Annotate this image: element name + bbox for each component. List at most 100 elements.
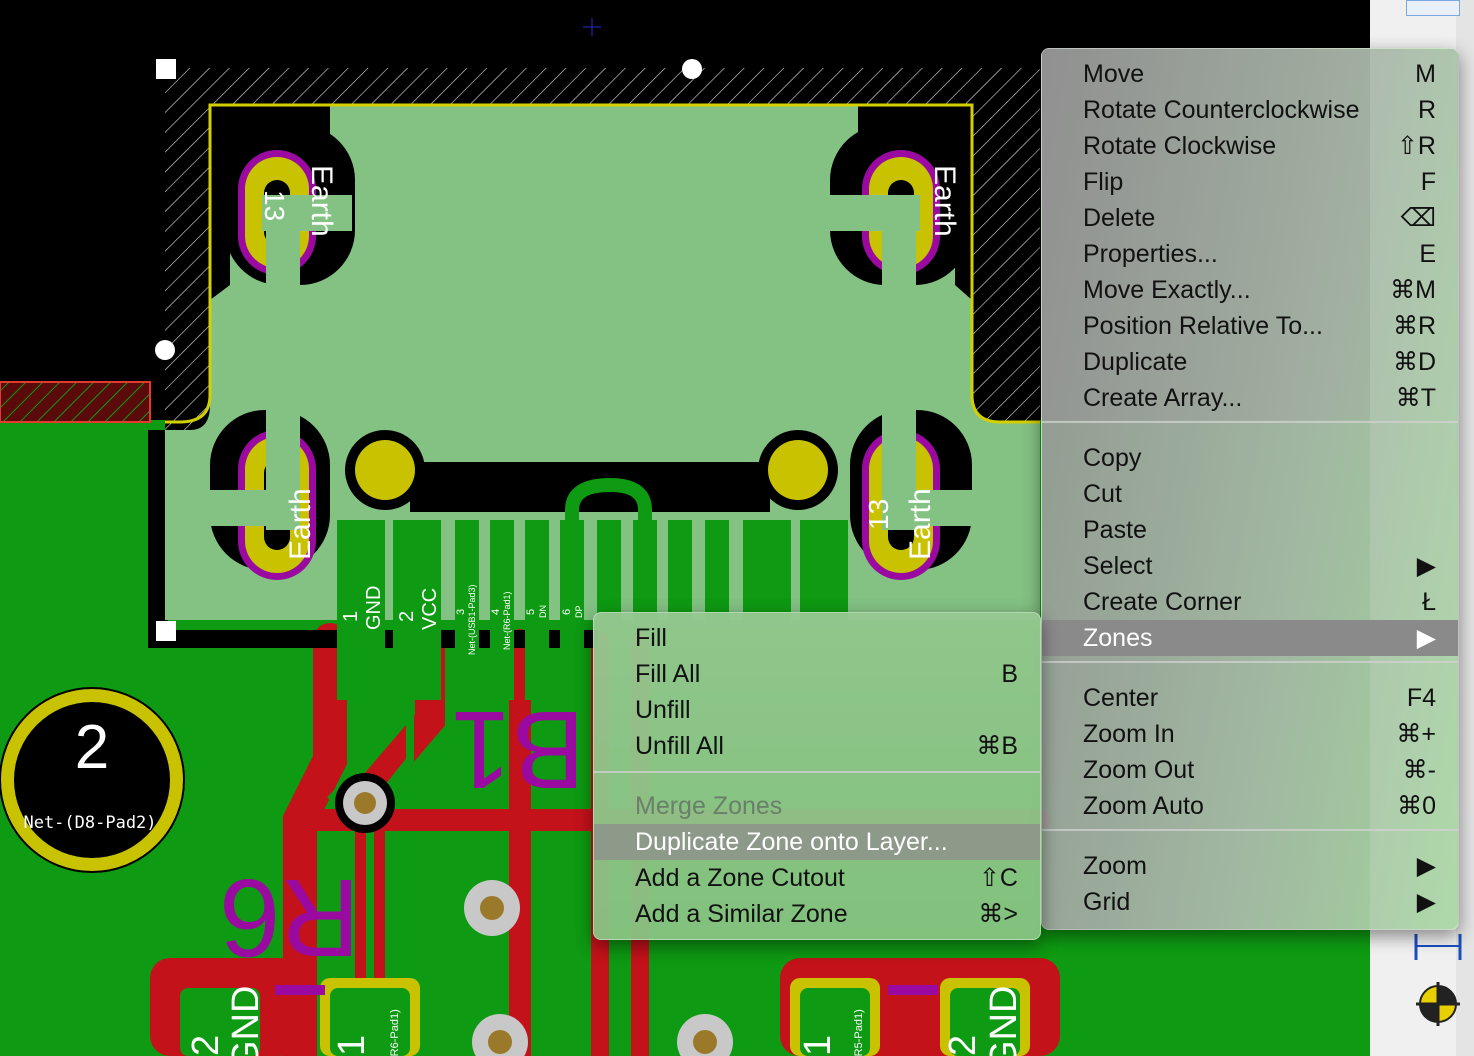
menu-item-shortcut: E: [1419, 240, 1436, 268]
menu-item-shortcut: ⌘+: [1396, 720, 1436, 748]
menu-item-cut[interactable]: Cut: [1042, 476, 1458, 512]
menu-item-move[interactable]: Move M: [1042, 56, 1458, 92]
pad-net-dp: DP: [574, 605, 584, 618]
menu-item-move-exactly[interactable]: Move Exactly... ⌘M: [1042, 272, 1458, 308]
pad-label-1: 1: [340, 611, 362, 622]
menu-item-label: Position Relative To...: [1083, 312, 1323, 340]
menu-item-zoom-in[interactable]: Zoom In ⌘+: [1042, 716, 1458, 752]
bottom-pad-1-right: 1: [797, 1035, 839, 1056]
pad-13-tl: 13: [259, 190, 290, 221]
menu-item-label: Zones: [1083, 624, 1153, 652]
menu-item-shortcut: ⌘D: [1392, 348, 1436, 376]
menu-item-zoom-out[interactable]: Zoom Out ⌘-: [1042, 752, 1458, 788]
menu-item-select[interactable]: Select ▶: [1042, 548, 1458, 584]
submenu-item-label: Unfill: [635, 696, 691, 724]
menu-item-label: Copy: [1083, 444, 1142, 472]
menu-item-zones[interactable]: Zones ▶: [1042, 620, 1458, 656]
menu-item-shortcut: ⌫: [1400, 204, 1436, 232]
menu-item-label: Create Corner: [1083, 588, 1242, 616]
menu-item-paste[interactable]: Paste: [1042, 512, 1458, 548]
menu-item-shortcut: R: [1417, 96, 1436, 124]
menu-item-label: Create Array...: [1083, 384, 1243, 412]
pad-13-br: 13: [863, 499, 894, 530]
menu-item-label: Cut: [1083, 480, 1122, 508]
submenu-item-duplicate-zone-onto-layer[interactable]: Duplicate Zone onto Layer...: [594, 824, 1040, 860]
pad-net-dn: DN: [538, 605, 548, 618]
zones-submenu: Fill Fill All B Unfill Unfill All ⌘B Merge Zon…: [593, 612, 1041, 940]
submenu-item-label: Fill All: [635, 660, 701, 688]
bottom-pad-2-right: 2: [942, 1035, 984, 1056]
menu-item-zoom-auto[interactable]: Zoom Auto ⌘0: [1042, 788, 1458, 824]
menu-item-label: Zoom Out: [1083, 756, 1195, 784]
dimension-icon[interactable]: [1414, 930, 1462, 964]
ref-r6: R6: [219, 856, 360, 979]
submenu-item-fill-all[interactable]: Fill All B: [594, 656, 1040, 692]
submenu-item-label: Add a Zone Cutout: [635, 864, 845, 892]
menu-item-shortcut: M: [1415, 60, 1436, 88]
menu-item-center[interactable]: Center F4: [1042, 680, 1458, 716]
submenu-item-label: Add a Similar Zone: [635, 900, 848, 928]
menu-item-flip[interactable]: Flip F: [1042, 164, 1458, 200]
bottom-net-r5: (R5-Pad1): [853, 1009, 865, 1056]
ref-b1: B1: [450, 688, 585, 811]
menu-separator: [594, 771, 1040, 773]
menu-item-label: Select: [1083, 552, 1153, 580]
submenu-item-add-a-zone-cutout[interactable]: Add a Zone Cutout ⇧C: [594, 860, 1040, 896]
menu-separator: [1042, 829, 1458, 831]
menu-item-delete[interactable]: Delete ⌫: [1042, 200, 1458, 236]
bottom-pad-1-left: 1: [331, 1035, 373, 1056]
submenu-item-label: Merge Zones: [635, 792, 783, 820]
menu-item-copy[interactable]: Copy: [1042, 440, 1458, 476]
menu-item-label: Properties...: [1083, 240, 1218, 268]
bottom-net-r6: (R6-Pad1): [389, 1009, 401, 1056]
menu-item-rotate-counterclockwise[interactable]: Rotate Counterclockwise R: [1042, 92, 1458, 128]
menu-item-shortcut: F: [1420, 168, 1436, 196]
bottom-net-gnd-left: GND: [225, 986, 267, 1056]
menu-item-label: Zoom Auto: [1083, 792, 1204, 820]
menu-item-shortcut: ⇧R: [1396, 132, 1436, 160]
menu-item-label: Paste: [1083, 516, 1147, 544]
bottom-pad-2-left: 2: [185, 1035, 227, 1056]
target-icon[interactable]: [1414, 980, 1462, 1028]
pad-label-6: 6: [561, 609, 573, 615]
menu-item-label: Zoom: [1083, 852, 1147, 880]
menu-item-position-relative-to[interactable]: Position Relative To... ⌘R: [1042, 308, 1458, 344]
menu-item-duplicate[interactable]: Duplicate ⌘D: [1042, 344, 1458, 380]
menu-item-create-array[interactable]: Create Array... ⌘T: [1042, 380, 1458, 416]
menu-item-shortcut: F4: [1406, 684, 1436, 712]
submenu-item-unfill[interactable]: Unfill: [594, 692, 1040, 728]
menu-item-shortcut: ⌘0: [1397, 792, 1436, 820]
menu-separator: [1042, 421, 1458, 423]
submenu-item-shortcut: ⇧C: [978, 864, 1018, 892]
pad-number: 2: [75, 713, 109, 782]
menu-item-zoom[interactable]: Zoom ▶: [1042, 848, 1458, 884]
submenu-arrow-icon: ▶: [1416, 624, 1436, 652]
pad-label-4: 4: [490, 609, 502, 615]
earth-label-br: Earth: [904, 488, 937, 560]
submenu-item-unfill-all[interactable]: Unfill All ⌘B: [594, 728, 1040, 764]
menu-item-label: Center: [1083, 684, 1159, 712]
net-label: Net-(D8-Pad2): [23, 813, 156, 833]
menu-item-label: Move: [1083, 60, 1145, 88]
submenu-item-label: Fill: [635, 624, 667, 652]
submenu-arrow-icon: ▶: [1416, 552, 1436, 580]
pad-net-gnd: GND: [363, 586, 385, 630]
submenu-item-fill[interactable]: Fill: [594, 620, 1040, 656]
toolbar-top-button[interactable]: [1406, 0, 1460, 16]
earth-label-tl: Earth: [305, 165, 338, 237]
menu-item-label: Rotate Counterclockwise: [1083, 96, 1360, 124]
earth-label-bl: Earth: [284, 488, 317, 560]
submenu-item-label: Unfill All: [635, 732, 724, 760]
menu-item-label: Grid: [1083, 888, 1131, 916]
bottom-net-gnd-right: GND: [983, 986, 1025, 1056]
menu-item-grid[interactable]: Grid ▶: [1042, 884, 1458, 920]
menu-item-create-corner[interactable]: Create Corner Ł: [1042, 584, 1458, 620]
pad-label-2: 2: [396, 611, 418, 622]
menu-item-shortcut: ⌘M: [1390, 276, 1436, 304]
menu-item-label: Move Exactly...: [1083, 276, 1251, 304]
submenu-item-add-a-similar-zone[interactable]: Add a Similar Zone ⌘>: [594, 896, 1040, 932]
menu-item-rotate-clockwise[interactable]: Rotate Clockwise ⇧R: [1042, 128, 1458, 164]
submenu-item-shortcut: ⌘B: [976, 732, 1018, 760]
menu-item-properties[interactable]: Properties... E: [1042, 236, 1458, 272]
menu-item-shortcut: ⌘T: [1395, 384, 1436, 412]
